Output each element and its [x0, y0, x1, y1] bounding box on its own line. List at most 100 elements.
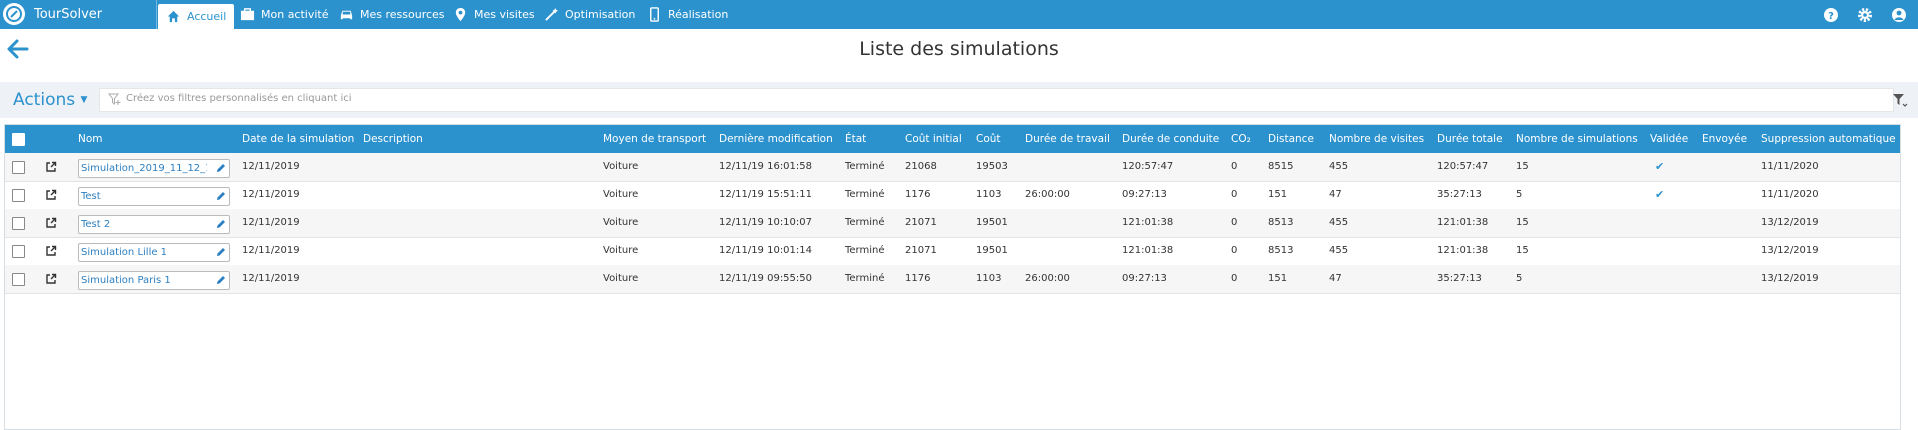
col-header-validated[interactable]: Validée — [1650, 125, 1688, 153]
actions-dropdown[interactable]: Actions ▼ — [13, 90, 87, 110]
col-header-name[interactable]: Nom — [78, 125, 103, 153]
simulation-name-link[interactable]: Test 2 — [81, 216, 207, 233]
select-all-checkbox[interactable] — [12, 133, 25, 146]
toursolver-logo-icon[interactable] — [3, 3, 25, 25]
open-external-icon[interactable] — [45, 189, 57, 201]
nav-label: Mon activité — [261, 8, 329, 21]
open-external-icon[interactable] — [45, 217, 57, 229]
cell-transport: Voiture — [603, 245, 639, 256]
nav-realisation[interactable]: Réalisation — [639, 0, 736, 29]
cell-visits: 455 — [1329, 245, 1349, 256]
simulation-name-link[interactable]: Simulation Lille 1 — [81, 244, 207, 261]
pencil-icon[interactable] — [215, 218, 227, 230]
open-external-icon[interactable] — [45, 245, 57, 257]
row-checkbox[interactable] — [12, 161, 25, 174]
cell-co2: 0 — [1231, 217, 1238, 228]
row-checkbox[interactable] — [12, 245, 25, 258]
nav-accueil[interactable]: Accueil — [158, 4, 235, 29]
cell-visits: 47 — [1329, 273, 1342, 284]
cell-transport: Voiture — [603, 161, 639, 172]
cell-initial-cost: 21068 — [905, 161, 937, 172]
cell-modified: 12/11/19 10:10:07 — [719, 217, 813, 228]
col-header-modified[interactable]: Dernière modification — [719, 125, 833, 153]
cell-auto-delete: 11/11/2020 — [1761, 189, 1819, 200]
col-header-total-duration[interactable]: Durée totale — [1437, 125, 1503, 153]
simulation-name-link[interactable]: Simulation Paris 1 — [81, 272, 207, 289]
table-row[interactable]: Simulation Lille 1 12/11/2019 Voiture 12/11… — [5, 237, 1900, 266]
cell-driving-duration: 09:27:13 — [1122, 273, 1167, 284]
col-header-simulations[interactable]: Nombre de simulations — [1516, 125, 1638, 153]
col-header-state[interactable]: État — [845, 125, 866, 153]
col-header-initial-cost[interactable]: Coût initial — [905, 125, 962, 153]
table-row[interactable]: Test 2 12/11/2019 Voiture 12/11/19 10:10:07… — [5, 209, 1900, 238]
name-field[interactable]: Simulation Lille 1 — [78, 243, 230, 262]
name-field[interactable]: Simulation Paris 1 — [78, 271, 230, 290]
cell-work-duration: 26:00:00 — [1025, 189, 1070, 200]
cell-simulations: 15 — [1516, 245, 1529, 256]
nav-mes-ressources[interactable]: Mes ressources — [331, 0, 453, 29]
cell-auto-delete: 11/11/2020 — [1761, 161, 1819, 172]
cell-modified: 12/11/19 09:55:50 — [719, 273, 813, 284]
gear-icon[interactable] — [1856, 6, 1874, 24]
simulations-table: Nom Date de la simulation Description Mo… — [4, 124, 1901, 430]
cell-date: 12/11/2019 — [242, 161, 300, 172]
filter-input[interactable]: Créez vos filtres personnalisés en cliqu… — [99, 88, 1894, 112]
open-external-icon[interactable] — [45, 161, 57, 173]
cell-state: Terminé — [845, 217, 885, 228]
cell-date: 12/11/2019 — [242, 273, 300, 284]
table-row[interactable]: Test 12/11/2019 Voiture 12/11/19 15:51:11 Te… — [5, 181, 1900, 210]
row-checkbox[interactable] — [12, 189, 25, 202]
app-brand[interactable]: TourSolver — [34, 0, 157, 29]
col-header-auto-delete[interactable]: Suppression automatique — [1761, 125, 1896, 153]
caret-down-icon: ▼ — [80, 95, 88, 105]
help-icon[interactable]: ? — [1822, 6, 1840, 24]
cell-auto-delete: 13/12/2019 — [1761, 273, 1819, 284]
col-header-sent[interactable]: Envoyée — [1702, 125, 1747, 153]
cell-transport: Voiture — [603, 217, 639, 228]
nav-label: Mes ressources — [360, 8, 445, 21]
cell-validated: ✔ — [1655, 188, 1665, 201]
name-field[interactable]: Test — [78, 187, 230, 206]
cell-auto-delete: 13/12/2019 — [1761, 217, 1819, 228]
simulation-name-link[interactable]: Test — [81, 188, 207, 205]
col-header-date[interactable]: Date de la simulation — [242, 125, 354, 153]
cell-modified: 12/11/19 15:51:11 — [719, 189, 813, 200]
simulation-name-link[interactable]: Simulation_2019_11_12_15_ — [81, 160, 207, 177]
nav-mon-activite[interactable]: Mon activité — [232, 0, 337, 29]
col-header-description[interactable]: Description — [363, 125, 423, 153]
col-header-visits[interactable]: Nombre de visites — [1329, 125, 1424, 153]
col-header-driving-duration[interactable]: Durée de conduite — [1122, 125, 1219, 153]
open-external-icon[interactable] — [45, 273, 57, 285]
cell-distance: 8513 — [1268, 217, 1294, 228]
col-header-work-duration[interactable]: Durée de travail — [1025, 125, 1110, 153]
row-checkbox[interactable] — [12, 217, 25, 230]
name-field[interactable]: Test 2 — [78, 215, 230, 234]
table-row[interactable]: Simulation Paris 1 12/11/2019 Voiture 12/11… — [5, 265, 1900, 294]
name-field[interactable]: Simulation_2019_11_12_15_ — [78, 159, 230, 178]
briefcase-icon — [240, 8, 255, 21]
row-checkbox[interactable] — [12, 273, 25, 286]
col-header-cost[interactable]: Coût — [976, 125, 1001, 153]
cell-driving-duration: 121:01:38 — [1122, 217, 1174, 228]
pencil-icon[interactable] — [215, 190, 227, 202]
filter-placeholder: Créez vos filtres personnalisés en cliqu… — [126, 93, 352, 104]
col-header-transport[interactable]: Moyen de transport — [603, 125, 706, 153]
nav-mes-visites[interactable]: Mes visites — [445, 0, 543, 29]
pencil-icon[interactable] — [215, 274, 227, 286]
col-header-co2[interactable]: CO₂ — [1231, 125, 1251, 153]
filter-icon[interactable] — [1892, 92, 1908, 108]
cell-simulations: 5 — [1516, 273, 1523, 284]
filter-plus-icon — [108, 93, 121, 105]
pencil-icon[interactable] — [215, 162, 227, 174]
col-header-distance[interactable]: Distance — [1268, 125, 1314, 153]
actions-label: Actions — [13, 90, 76, 110]
cell-auto-delete: 13/12/2019 — [1761, 245, 1819, 256]
nav-optimisation[interactable]: Optimisation — [536, 0, 643, 29]
pencil-icon[interactable] — [215, 246, 227, 258]
table-row[interactable]: Simulation_2019_11_12_15_ 12/11/2019 Voitu… — [5, 153, 1900, 182]
user-icon[interactable] — [1890, 6, 1908, 24]
nav-label: Mes visites — [474, 8, 535, 21]
cell-co2: 0 — [1231, 245, 1238, 256]
cell-date: 12/11/2019 — [242, 245, 300, 256]
cell-transport: Voiture — [603, 189, 639, 200]
